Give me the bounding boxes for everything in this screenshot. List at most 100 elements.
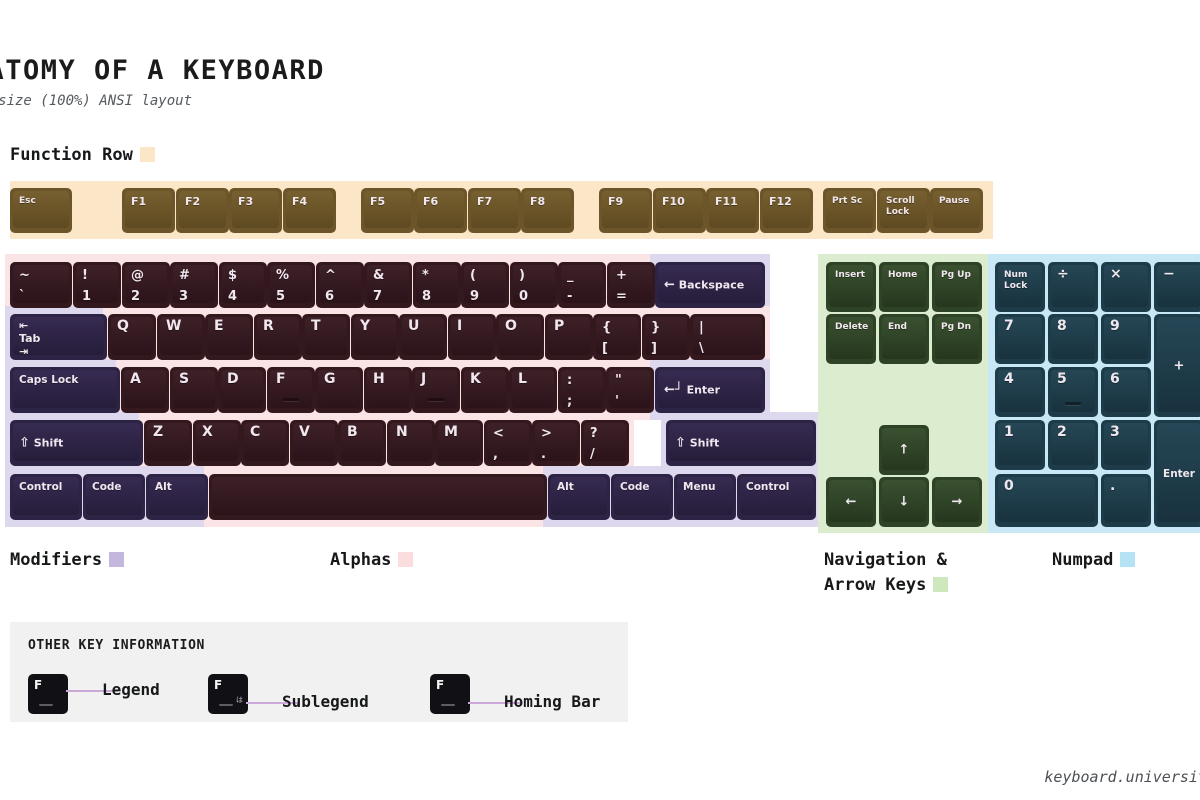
key-main-z[interactable]: Z [144, 420, 192, 466]
key-main-menu[interactable]: Menu [674, 474, 736, 520]
key-num-9[interactable]: 9 [1101, 314, 1151, 364]
key-main-7[interactable]: & 7 [364, 262, 412, 308]
key-fn-f5[interactable]: F5 [361, 188, 414, 233]
key-main-4[interactable]: $4 [219, 262, 267, 308]
demo-keycap[interactable]: Fは [208, 674, 248, 714]
key-main-j[interactable]: J [412, 367, 460, 413]
key-num-−[interactable]: − [1154, 262, 1200, 312]
key-main-[[interactable]: {[ [593, 314, 641, 360]
key-main-k[interactable]: K [461, 367, 509, 413]
key-main-2[interactable]: @2 [122, 262, 170, 308]
key-main-q[interactable]: Q [108, 314, 156, 360]
key-num-0[interactable]: 0 [995, 474, 1098, 527]
key-main-;[interactable]: :; [558, 367, 606, 413]
key-fn-prt-sc[interactable]: Prt Sc [823, 188, 876, 233]
key-fn-f2[interactable]: F2 [176, 188, 229, 233]
key-nav-→[interactable]: → [932, 477, 982, 527]
key-num-+[interactable]: + [1154, 314, 1200, 417]
key-main-u[interactable]: U [399, 314, 447, 360]
key-fn-pause[interactable]: Pause [930, 188, 983, 233]
key-fn-f3[interactable]: F3 [229, 188, 282, 233]
key-nav-↓[interactable]: ↓ [879, 477, 929, 527]
key-num-3[interactable]: 3 [1101, 420, 1151, 470]
key-num-num-lock[interactable]: Num Lock [995, 262, 1045, 312]
key-main-i[interactable]: I [448, 314, 496, 360]
key-fn-esc[interactable]: Esc [10, 188, 72, 233]
key-main-a[interactable]: A [121, 367, 169, 413]
key-num-4[interactable]: 4 [995, 367, 1045, 417]
key-nav-↑[interactable]: ↑ [879, 425, 929, 475]
key-main-space[interactable] [209, 474, 547, 520]
key-main-e[interactable]: E [205, 314, 253, 360]
key-fn-f8[interactable]: F8 [521, 188, 574, 233]
key-main-r[interactable]: R [254, 314, 302, 360]
key-main-m[interactable]: M [435, 420, 483, 466]
key-main-=[interactable]: + = [607, 262, 655, 308]
key-main-8[interactable]: * 8 [413, 262, 461, 308]
key-main-n[interactable]: N [387, 420, 435, 466]
key-main-shift[interactable]: ⇧ Shift [10, 420, 143, 466]
key-main-alt[interactable]: Alt [548, 474, 610, 520]
key-main-shift[interactable]: ⇧ Shift [666, 420, 816, 466]
key-num-6[interactable]: 6 [1101, 367, 1151, 417]
key-main-][interactable]: }] [642, 314, 690, 360]
key-fn-scroll-lock[interactable]: Scroll Lock [877, 188, 930, 233]
key-fn-f9[interactable]: F9 [599, 188, 652, 233]
key-nav-pg-up[interactable]: Pg Up [932, 262, 982, 312]
key-main-'[interactable]: " ' [606, 367, 654, 413]
key-nav-←[interactable]: ← [826, 477, 876, 527]
demo-keycap[interactable]: F [28, 674, 68, 714]
key-main-9[interactable]: (9 [461, 262, 509, 308]
key-num-2[interactable]: 2 [1048, 420, 1098, 470]
demo-keycap[interactable]: F [430, 674, 470, 714]
key-nav-home[interactable]: Home [879, 262, 929, 312]
key-nav-insert[interactable]: Insert [826, 262, 876, 312]
key-main-y[interactable]: Y [351, 314, 399, 360]
key-num-5[interactable]: 5 [1048, 367, 1098, 417]
key-main-control[interactable]: Control [737, 474, 816, 520]
key-fn-f10[interactable]: F10 [653, 188, 706, 233]
key-nav-end[interactable]: End [879, 314, 929, 364]
key-main-6[interactable]: ^ 6 [316, 262, 364, 308]
key-main-s[interactable]: S [170, 367, 218, 413]
key-main-code[interactable]: Code [611, 474, 673, 520]
key-num-.[interactable]: . [1101, 474, 1151, 527]
key-main-v[interactable]: V [290, 420, 338, 466]
key-fn-f4[interactable]: F4 [283, 188, 336, 233]
key-main-t[interactable]: T [302, 314, 350, 360]
key-main-tab[interactable]: ⇤ Tab ⇥ [10, 314, 107, 360]
key-fn-f7[interactable]: F7 [468, 188, 521, 233]
key-main-`[interactable]: ~ ` [10, 262, 72, 308]
key-fn-f11[interactable]: F11 [706, 188, 759, 233]
key-main-1[interactable]: ! 1 [73, 262, 121, 308]
key-main-w[interactable]: W [157, 314, 205, 360]
key-main-l[interactable]: L [509, 367, 557, 413]
key-main-h[interactable]: H [364, 367, 412, 413]
key-fn-f12[interactable]: F12 [760, 188, 813, 233]
key-num-8[interactable]: 8 [1048, 314, 1098, 364]
key-main--[interactable]: _ - [558, 262, 606, 308]
key-nav-delete[interactable]: Delete [826, 314, 876, 364]
key-fn-f1[interactable]: F1 [122, 188, 175, 233]
key-main-enter[interactable]: ←┘ Enter [655, 367, 765, 413]
key-main-3[interactable]: #3 [170, 262, 218, 308]
key-main-control[interactable]: Control [10, 474, 82, 520]
key-main-x[interactable]: X [193, 420, 241, 466]
key-main-o[interactable]: O [496, 314, 544, 360]
key-num-×[interactable]: × [1101, 262, 1151, 312]
key-main-alt[interactable]: Alt [146, 474, 208, 520]
key-main-c[interactable]: C [241, 420, 289, 466]
key-main-.[interactable]: >. [532, 420, 580, 466]
key-num-1[interactable]: 1 [995, 420, 1045, 470]
key-main-g[interactable]: G [315, 367, 363, 413]
key-main-f[interactable]: F [267, 367, 315, 413]
key-main-\[interactable]: | \ [690, 314, 765, 360]
key-main-d[interactable]: D [218, 367, 266, 413]
key-num-7[interactable]: 7 [995, 314, 1045, 364]
key-main-b[interactable]: B [338, 420, 386, 466]
key-fn-f6[interactable]: F6 [414, 188, 467, 233]
key-num-enter[interactable]: Enter [1154, 420, 1200, 527]
key-main-0[interactable]: ) 0 [510, 262, 558, 308]
key-main-5[interactable]: % 5 [267, 262, 315, 308]
key-main-caps-lock[interactable]: Caps Lock [10, 367, 120, 413]
